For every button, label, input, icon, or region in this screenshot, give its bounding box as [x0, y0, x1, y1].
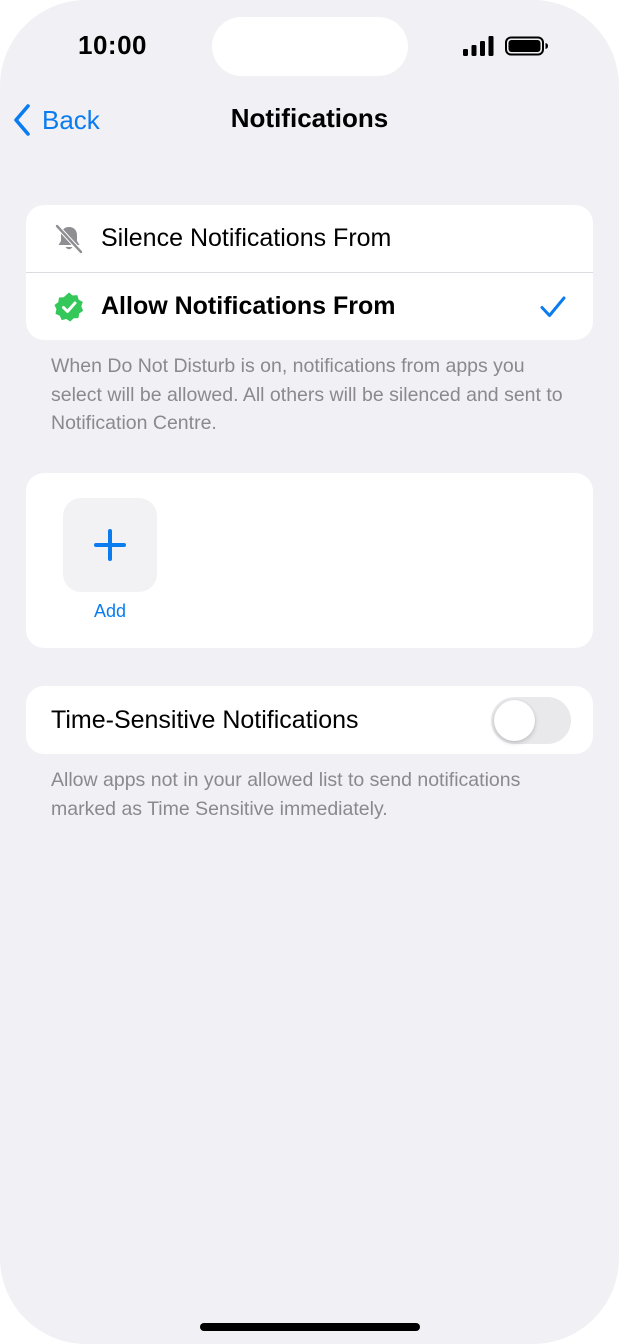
- checkmark-seal-icon: [54, 292, 84, 321]
- mode-caption: When Do Not Disturb is on, notifications…: [51, 355, 563, 434]
- bell-slash-icon: [54, 223, 84, 254]
- cellular-signal-icon: [463, 36, 494, 56]
- time-sensitive-caption: Allow apps not in your allowed list to s…: [51, 769, 521, 820]
- add-app-label[interactable]: Add: [63, 601, 157, 622]
- time-sensitive-toggle[interactable]: [491, 697, 571, 744]
- home-indicator[interactable]: [200, 1323, 420, 1331]
- notification-mode-card: Silence Notifications From Allow Notific…: [26, 205, 593, 340]
- plus-icon: [94, 529, 126, 561]
- dynamic-island: [212, 17, 408, 76]
- silence-option-label: Silence Notifications From: [101, 224, 392, 252]
- silence-notifications-option[interactable]: Silence Notifications From: [26, 205, 593, 272]
- allowed-apps-card: Add: [26, 473, 593, 648]
- battery-icon: [505, 36, 548, 56]
- phone-screen: 10:00 Back Notifications Silence Notific…: [0, 0, 619, 1344]
- time-sensitive-label: Time-Sensitive Notifications: [51, 706, 359, 734]
- allow-notifications-option[interactable]: Allow Notifications From: [26, 273, 593, 340]
- add-app-button[interactable]: [63, 498, 157, 592]
- toggle-knob: [494, 700, 535, 741]
- allow-option-label: Allow Notifications From: [101, 292, 396, 320]
- page-title: Notifications: [230, 103, 389, 133]
- time-sensitive-card: Time-Sensitive Notifications: [26, 686, 593, 754]
- checkmark-icon: [540, 296, 566, 317]
- status-time: 10:00: [78, 30, 147, 60]
